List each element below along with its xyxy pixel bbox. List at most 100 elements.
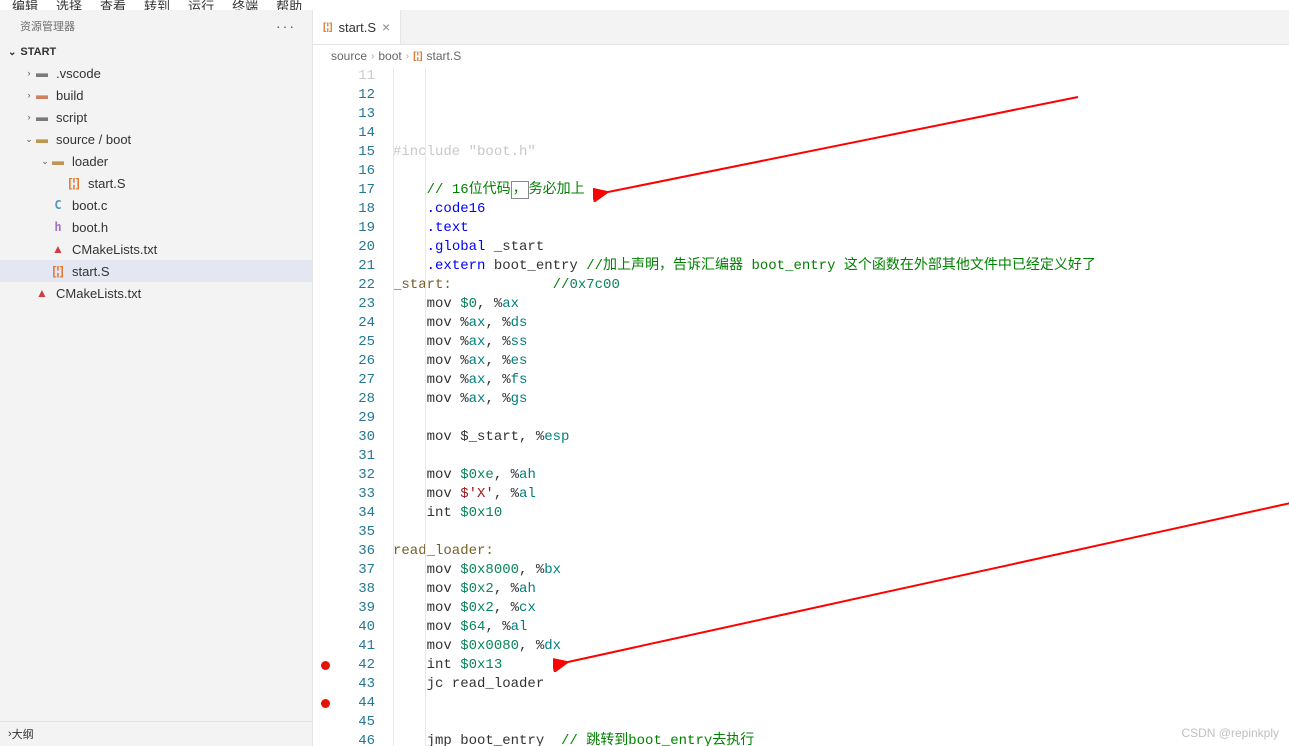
line-number[interactable]: 28 bbox=[313, 390, 375, 409]
menu-item[interactable]: 转到 bbox=[144, 0, 170, 10]
tree-file[interactable]: hboot.h bbox=[0, 216, 312, 238]
section-start[interactable]: ⌄ START bbox=[0, 42, 312, 62]
outline-section[interactable]: › 大纲 bbox=[0, 721, 312, 746]
line-number[interactable]: 36 bbox=[313, 542, 375, 561]
tree-file[interactable]: Cboot.c bbox=[0, 194, 312, 216]
code-line[interactable] bbox=[393, 713, 1289, 732]
code-line[interactable]: int $0x13 bbox=[393, 656, 1289, 675]
tab-start-s[interactable]: [¦] start.S × bbox=[313, 10, 401, 44]
line-number[interactable]: 44 bbox=[313, 694, 375, 713]
code-body[interactable]: #include "boot.h" // 16位代码，务必加上 .code16 … bbox=[393, 67, 1289, 746]
code-line[interactable]: #include "boot.h" bbox=[393, 143, 1289, 162]
line-number[interactable]: 42 bbox=[313, 656, 375, 675]
tree-folder[interactable]: ›▬build bbox=[0, 84, 312, 106]
tree-folder[interactable]: ⌄▬loader bbox=[0, 150, 312, 172]
line-number[interactable]: 20 bbox=[313, 238, 375, 257]
code-line[interactable] bbox=[393, 523, 1289, 542]
code-line[interactable]: mov $0xe, %ah bbox=[393, 466, 1289, 485]
tree-folder[interactable]: ⌄▬source / boot bbox=[0, 128, 312, 150]
line-gutter[interactable]: 1112131415161718192021222324252627282930… bbox=[313, 67, 393, 746]
breadcrumb-item[interactable]: source bbox=[331, 49, 367, 63]
line-number[interactable]: 34 bbox=[313, 504, 375, 523]
code-line[interactable]: mov %ax, %ss bbox=[393, 333, 1289, 352]
line-number[interactable]: 35 bbox=[313, 523, 375, 542]
code-line[interactable]: mov %ax, %fs bbox=[393, 371, 1289, 390]
line-number[interactable]: 11 bbox=[313, 67, 375, 86]
line-number[interactable]: 31 bbox=[313, 447, 375, 466]
line-number[interactable]: 43 bbox=[313, 675, 375, 694]
line-number[interactable]: 46 bbox=[313, 732, 375, 746]
code-line[interactable]: .text bbox=[393, 219, 1289, 238]
line-number[interactable]: 23 bbox=[313, 295, 375, 314]
tree-file[interactable]: ▲CMakeLists.txt bbox=[0, 282, 312, 304]
tree-folder[interactable]: ›▬.vscode bbox=[0, 62, 312, 84]
line-number[interactable]: 26 bbox=[313, 352, 375, 371]
line-number[interactable]: 16 bbox=[313, 162, 375, 181]
line-number[interactable]: 37 bbox=[313, 561, 375, 580]
line-number[interactable]: 29 bbox=[313, 409, 375, 428]
code-line[interactable]: mov $0x2, %cx bbox=[393, 599, 1289, 618]
code-line[interactable] bbox=[393, 162, 1289, 181]
line-number[interactable]: 13 bbox=[313, 105, 375, 124]
line-number[interactable]: 39 bbox=[313, 599, 375, 618]
code-line[interactable]: _start: //0x7c00 bbox=[393, 276, 1289, 295]
line-number[interactable]: 22 bbox=[313, 276, 375, 295]
breakpoint-icon[interactable] bbox=[321, 661, 330, 670]
line-number[interactable]: 18 bbox=[313, 200, 375, 219]
sidebar-more-icon[interactable]: ··· bbox=[276, 18, 296, 34]
line-number[interactable]: 24 bbox=[313, 314, 375, 333]
tree-file[interactable]: ▲CMakeLists.txt bbox=[0, 238, 312, 260]
line-number[interactable]: 32 bbox=[313, 466, 375, 485]
menu-item[interactable]: 查看 bbox=[100, 0, 126, 10]
code-editor[interactable]: 1112131415161718192021222324252627282930… bbox=[313, 67, 1289, 746]
line-number[interactable]: 15 bbox=[313, 143, 375, 162]
code-line[interactable]: read_loader: bbox=[393, 542, 1289, 561]
code-line[interactable]: mov $0, %ax bbox=[393, 295, 1289, 314]
code-line[interactable] bbox=[393, 694, 1289, 713]
code-line[interactable] bbox=[393, 409, 1289, 428]
code-line[interactable]: mov %ax, %ds bbox=[393, 314, 1289, 333]
code-line[interactable]: mov $'X', %al bbox=[393, 485, 1289, 504]
menu-item[interactable]: 编辑 bbox=[12, 0, 38, 10]
breadcrumb[interactable]: source›boot›[¦]start.S bbox=[313, 45, 1289, 67]
code-line[interactable]: mov %ax, %gs bbox=[393, 390, 1289, 409]
close-icon[interactable]: × bbox=[382, 19, 390, 35]
code-line[interactable] bbox=[393, 447, 1289, 466]
code-line[interactable]: mov $_start, %esp bbox=[393, 428, 1289, 447]
tree-folder[interactable]: ›▬script bbox=[0, 106, 312, 128]
menu-item[interactable]: 终端 bbox=[232, 0, 258, 10]
line-number[interactable]: 30 bbox=[313, 428, 375, 447]
tree-file[interactable]: [¦]start.S bbox=[0, 172, 312, 194]
line-number[interactable]: 38 bbox=[313, 580, 375, 599]
code-line[interactable]: mov %ax, %es bbox=[393, 352, 1289, 371]
line-number[interactable]: 19 bbox=[313, 219, 375, 238]
line-number[interactable]: 41 bbox=[313, 637, 375, 656]
menu-item[interactable]: 运行 bbox=[188, 0, 214, 10]
code-line[interactable]: jc read_loader bbox=[393, 675, 1289, 694]
code-line[interactable]: .global _start bbox=[393, 238, 1289, 257]
line-number[interactable]: 45 bbox=[313, 713, 375, 732]
code-line[interactable]: .code16 bbox=[393, 200, 1289, 219]
line-number[interactable]: 21 bbox=[313, 257, 375, 276]
code-line[interactable]: mov $0x8000, %bx bbox=[393, 561, 1289, 580]
code-line[interactable]: jmp boot_entry // 跳转到boot_entry去执行 bbox=[393, 732, 1289, 746]
line-number[interactable]: 14 bbox=[313, 124, 375, 143]
line-number[interactable]: 12 bbox=[313, 86, 375, 105]
line-number[interactable]: 27 bbox=[313, 371, 375, 390]
code-line[interactable]: .extern boot_entry //加上声明，告诉汇编器 boot_ent… bbox=[393, 257, 1289, 276]
breadcrumb-item[interactable]: start.S bbox=[427, 49, 462, 63]
line-number[interactable]: 25 bbox=[313, 333, 375, 352]
code-line[interactable]: mov $64, %al bbox=[393, 618, 1289, 637]
tree-file[interactable]: [¦]start.S bbox=[0, 260, 312, 282]
code-line[interactable]: mov $0x0080, %dx bbox=[393, 637, 1289, 656]
code-line[interactable]: int $0x10 bbox=[393, 504, 1289, 523]
code-line[interactable]: mov $0x2, %ah bbox=[393, 580, 1289, 599]
code-line[interactable]: // 16位代码，务必加上 bbox=[393, 181, 1289, 200]
breakpoint-icon[interactable] bbox=[321, 699, 330, 708]
menu-item[interactable]: 选择 bbox=[56, 0, 82, 10]
menu-item[interactable]: 帮助 bbox=[276, 0, 302, 10]
breadcrumb-item[interactable]: boot bbox=[378, 49, 401, 63]
line-number[interactable]: 40 bbox=[313, 618, 375, 637]
line-number[interactable]: 17 bbox=[313, 181, 375, 200]
line-number[interactable]: 33 bbox=[313, 485, 375, 504]
